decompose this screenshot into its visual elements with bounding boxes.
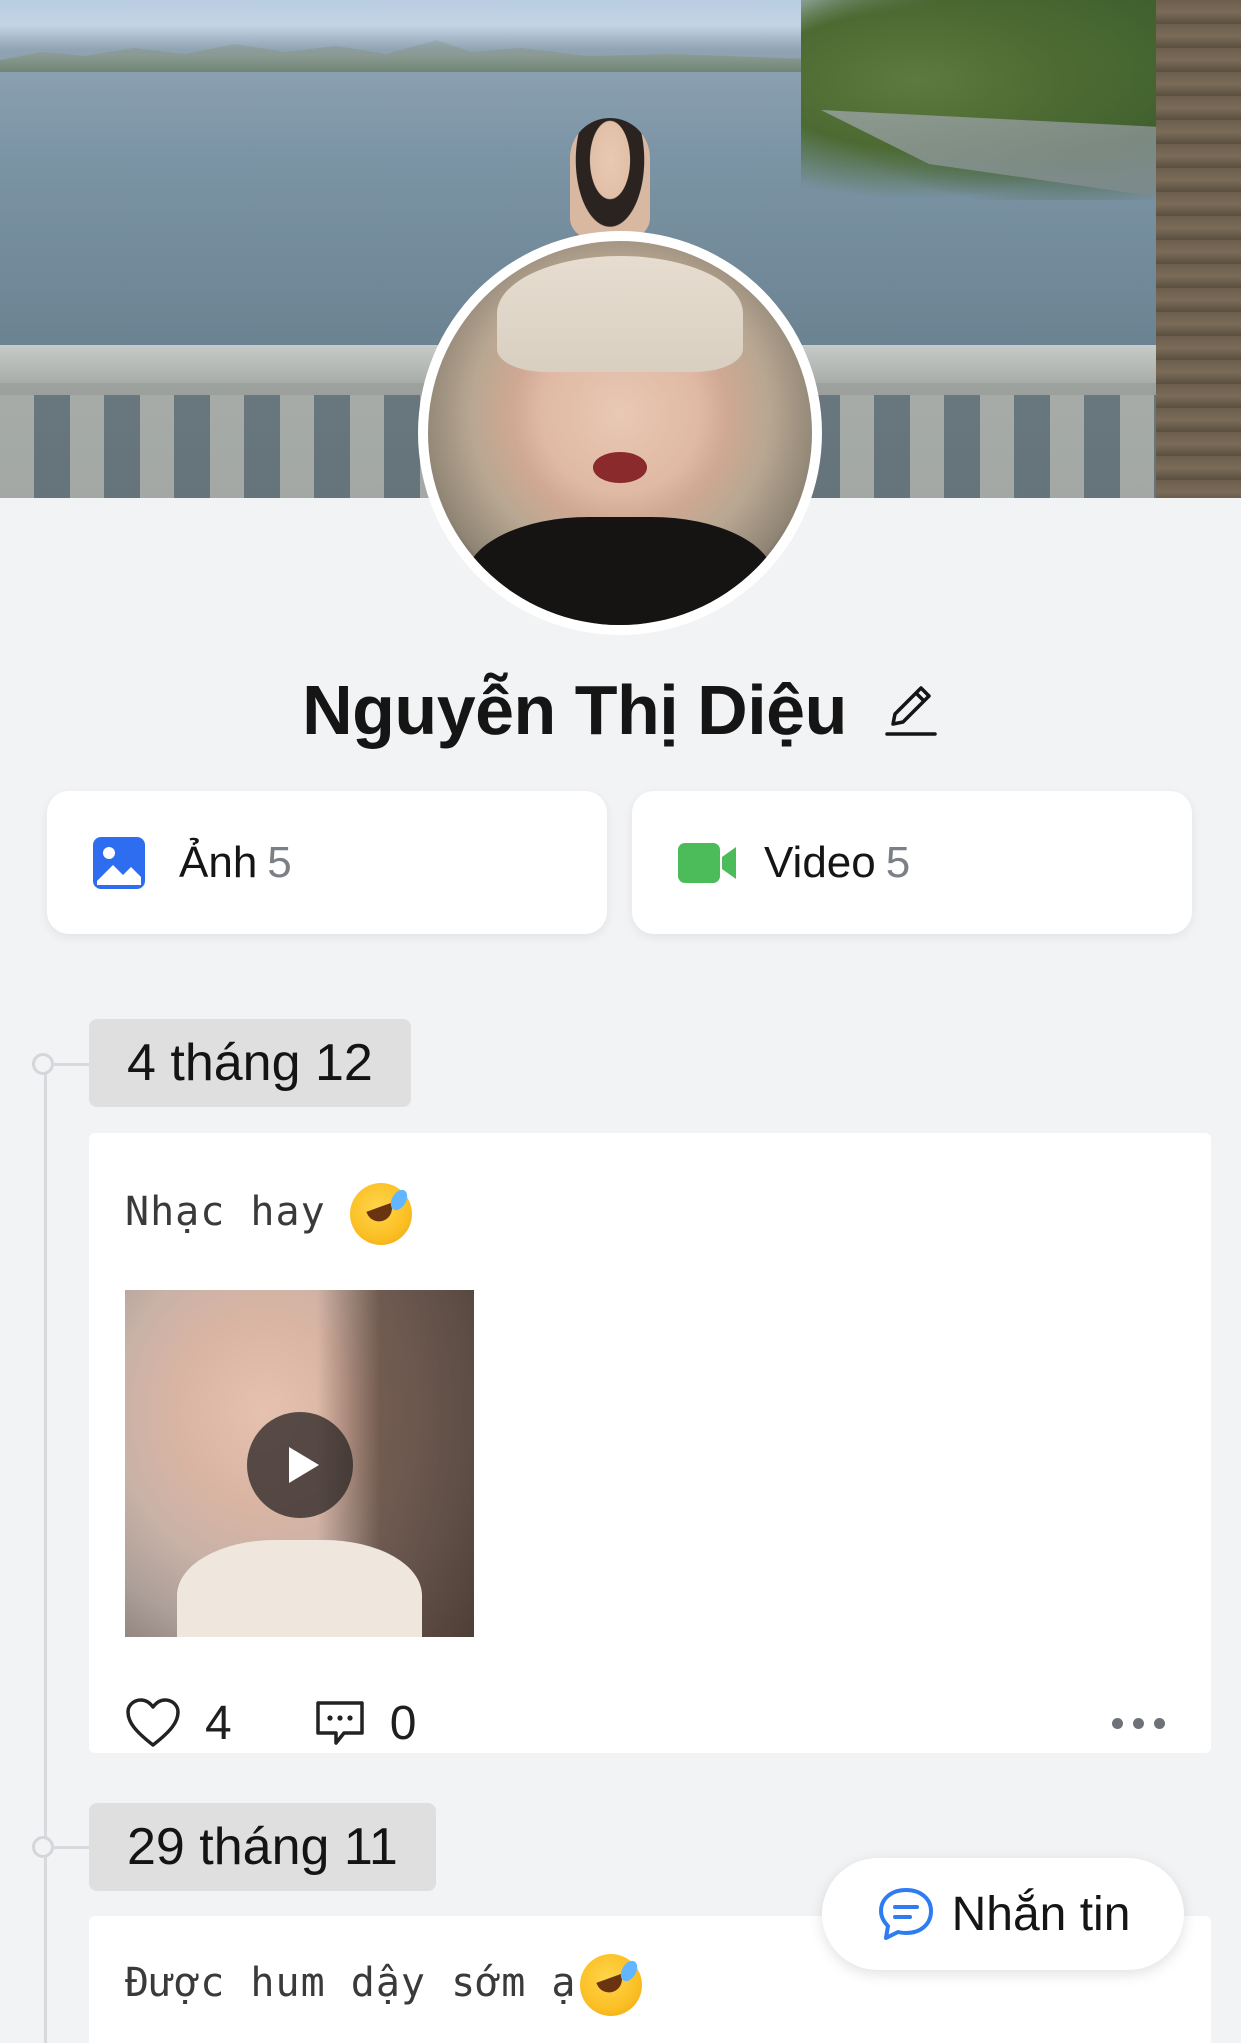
date-badge: 29 tháng 11 [89,1803,436,1891]
edit-pencil-icon[interactable] [883,678,939,742]
cover-skyline [0,40,840,72]
avatar[interactable] [418,231,822,635]
more-dot [1154,1717,1165,1729]
post-caption-text: Được hum dậy sớm ạ [125,1960,577,2006]
avatar-photo [428,241,812,625]
heart-icon [126,1698,180,1747]
post-actions: 4 0 [125,1688,1175,1758]
videos-card[interactable]: Video 5 [632,791,1192,934]
chat-bubble-icon [878,1888,933,1940]
avatar-cap [497,256,743,372]
videos-count: 5 [885,837,911,887]
post-card[interactable]: Nhạc hay 4 0 [89,1133,1211,1753]
play-button[interactable] [247,1412,353,1518]
rofl-emoji-icon [349,1183,412,1245]
post-caption-text: Nhạc hay [125,1189,326,1235]
play-icon [289,1447,319,1483]
cover-tree-trunk [1156,0,1241,498]
profile-name: Nguyễn Thị Diệu [302,671,847,749]
profile-page: Nguyễn Thị Diệu Ảnh 5 Video 5 4 tháng 12… [0,0,1241,2043]
more-dot [1112,1717,1123,1729]
message-button[interactable]: Nhắn tin [822,1858,1184,1970]
message-label: Nhắn tin [951,1887,1131,1941]
photos-count: 5 [267,837,292,887]
post-caption: Nhạc hay [125,1183,412,1245]
photos-label: Ảnh [179,837,258,887]
image-icon [91,835,147,891]
video-thumbnail[interactable] [125,1290,474,1637]
more-options-icon[interactable] [1112,1717,1165,1729]
date-badge: 4 tháng 12 [89,1019,411,1107]
photos-card[interactable]: Ảnh 5 [47,791,607,934]
comment-icon [315,1701,364,1745]
comment-count: 0 [389,1696,417,1750]
rofl-emoji-icon [580,1954,643,2016]
post-caption: Được hum dậy sớm ạ [125,1954,643,2016]
timeline-dot [32,1836,54,1858]
photos-label-group: Ảnh 5 [179,838,292,888]
videos-label-group: Video 5 [764,838,910,888]
avatar-shirt [466,517,774,625]
videos-label: Video [764,837,876,887]
comment-button[interactable]: 0 [314,1696,417,1751]
timeline-line [44,1064,47,2043]
like-count: 4 [205,1696,232,1750]
timeline-dot [32,1053,54,1075]
profile-name-row: Nguyễn Thị Diệu [0,660,1241,760]
more-dot [1133,1717,1144,1729]
cover-person [570,118,650,238]
thumbnail-shoulders [177,1539,422,1637]
avatar-lips [593,452,647,483]
like-button[interactable]: 4 [125,1696,232,1751]
video-camera-icon [676,835,736,891]
